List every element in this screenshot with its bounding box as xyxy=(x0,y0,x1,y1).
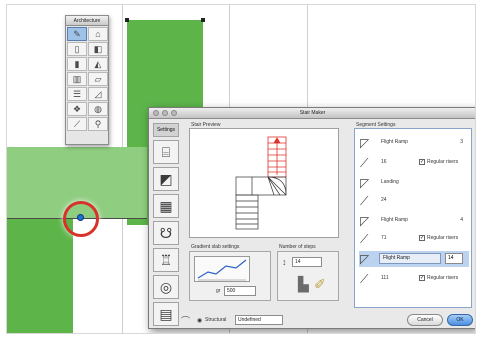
structural-radio-icon[interactable]: ◉ xyxy=(197,317,202,324)
segment-row[interactable]: ⟋ 111 ✓ Regular risers xyxy=(359,271,469,287)
tab-listing-icon[interactable]: ▤ xyxy=(153,302,179,326)
flight-icon: ◸ xyxy=(360,214,370,228)
gradient-prefix: gr xyxy=(216,288,221,294)
tab-railing-icon[interactable]: ☋ xyxy=(153,221,179,245)
window-tool-icon[interactable]: ◧ xyxy=(88,42,108,56)
checkbox-label: Regular risers xyxy=(427,159,459,165)
slab-tool-icon[interactable]: ▱ xyxy=(88,72,108,86)
regular-risers-checkbox[interactable]: ✓ xyxy=(419,275,425,281)
segment-label: Flight Ramp xyxy=(381,139,408,145)
stair-tool-icon[interactable]: ☰ xyxy=(67,87,87,101)
dialog-title: Stair Maker xyxy=(299,110,326,116)
segment-value: 3 xyxy=(460,139,463,145)
stair-dialog: Stair Maker Settings ⌸ ◩ ▦ ☋ ♖ ◎ ▤ Stair… xyxy=(148,107,475,329)
tab-treads-icon[interactable]: ◩ xyxy=(153,167,179,191)
checkbox-label: Regular risers xyxy=(427,235,459,241)
riser-count-icon: ↕ xyxy=(282,257,287,267)
minimize-window-button[interactable] xyxy=(162,110,168,116)
ok-button[interactable]: OK xyxy=(447,314,473,326)
column-tool-icon[interactable]: ▥ xyxy=(67,72,87,86)
tool-palette: Architecture ✎ ⌂ ▯ ◧ ▮ ◭ ▥ ▱ ☰ ◿ ❖ ◍ ⟋ ⚲ xyxy=(65,15,109,145)
segment-value: 4 xyxy=(460,217,463,223)
pencil-edit-icon[interactable]: ✐ xyxy=(314,276,326,293)
risers-box: ↕ 14 ▙ ✐ xyxy=(277,251,339,301)
wall-tool-icon[interactable]: ▮ xyxy=(67,57,87,71)
segment-label: Landing xyxy=(381,179,399,185)
structural-label: Structural xyxy=(205,317,227,323)
roof-tool-icon[interactable]: ◭ xyxy=(88,57,108,71)
tab-settings[interactable]: Settings xyxy=(153,123,179,137)
gradient-box: gr 500 xyxy=(189,251,271,301)
tab-stringers-icon[interactable]: ▦ xyxy=(153,194,179,218)
dialog-titlebar[interactable]: Stair Maker xyxy=(149,108,475,119)
riser-icon: ⟋ xyxy=(360,272,369,286)
checkbox-label: Regular risers xyxy=(427,275,459,281)
riser-icon: ⟋ xyxy=(360,194,369,208)
regular-risers-checkbox[interactable]: ✓ xyxy=(419,159,425,165)
segment-label: 71 xyxy=(381,235,387,241)
segment-row[interactable]: ◸ Landing xyxy=(359,175,469,191)
palette-grid: ✎ ⌂ ▯ ◧ ▮ ◭ ▥ ▱ ☰ ◿ ❖ ◍ ⟋ ⚲ xyxy=(66,26,108,132)
flight-icon: ◸ xyxy=(360,252,370,266)
magic-wand-tool-icon[interactable]: ⚲ xyxy=(88,117,108,131)
segment-row[interactable]: ◸ Flight Ramp 3 xyxy=(359,135,469,151)
segment-value-field[interactable]: 14 xyxy=(445,253,463,264)
object-tool-icon[interactable]: ❖ xyxy=(67,102,87,116)
structural-popup[interactable]: Undefined xyxy=(235,315,283,325)
riser-count-field[interactable]: 14 xyxy=(292,257,322,267)
riser-icon: ⟋ xyxy=(360,232,369,246)
segment-row[interactable]: ◸ Flight Ramp 4 xyxy=(359,213,469,229)
tab-symbol-icon[interactable]: ◎ xyxy=(153,275,179,299)
stair-solid-icon[interactable]: ▙ xyxy=(298,276,309,293)
stair-pair-tool-icon[interactable]: ⌂ xyxy=(88,27,108,41)
stair-preview-drawing xyxy=(235,136,287,230)
mesh-tool-icon[interactable]: ◍ xyxy=(88,102,108,116)
segment-label: 111 xyxy=(381,275,389,281)
segment-row[interactable]: ⟋ 16 ✓ Regular risers xyxy=(359,155,469,171)
door-tool-icon[interactable]: ▯ xyxy=(67,42,87,56)
segment-row[interactable]: ⟋ 24 xyxy=(359,193,469,209)
plan-vertex[interactable] xyxy=(201,18,205,22)
segment-label: 24 xyxy=(381,197,387,203)
zoom-window-button[interactable] xyxy=(171,110,177,116)
landing-icon: ◸ xyxy=(360,176,370,190)
eyedropper-tool-icon[interactable]: ⟋ xyxy=(67,117,87,131)
screenshot-frame: Architecture ✎ ⌂ ▯ ◧ ▮ ◭ ▥ ▱ ☰ ◿ ❖ ◍ ⟋ ⚲… xyxy=(6,4,476,334)
segment-row[interactable]: ⟋ 71 ✓ Regular risers xyxy=(359,231,469,247)
structural-icon: ⌒ xyxy=(181,316,191,326)
pencil-tool-icon[interactable]: ✎ xyxy=(67,27,87,41)
plan-vertex[interactable] xyxy=(125,18,129,22)
ramp-tool-icon[interactable]: ◿ xyxy=(88,87,108,101)
gradient-label: Gradient slab settings xyxy=(191,244,240,250)
palette-title: Architecture xyxy=(66,16,108,26)
stair-preview xyxy=(189,128,339,238)
settings-tab-column: Settings ⌸ ◩ ▦ ☋ ♖ ◎ ▤ xyxy=(153,123,179,326)
close-window-button[interactable] xyxy=(153,110,159,116)
tab-baluster-icon[interactable]: ♖ xyxy=(153,248,179,272)
cursor-point[interactable] xyxy=(77,214,84,221)
flight-icon: ◸ xyxy=(360,136,370,150)
risers-label: Number of steps xyxy=(279,244,316,250)
segment-label: 16 xyxy=(381,159,387,165)
tab-structure-icon[interactable]: ⌸ xyxy=(153,140,179,164)
segment-row-selected[interactable]: ◸ Flight Ramp 14 xyxy=(359,251,469,267)
gradient-field[interactable]: 500 xyxy=(224,286,256,296)
window-controls xyxy=(153,110,177,116)
regular-risers-checkbox[interactable]: ✓ xyxy=(419,235,425,241)
segment-label: Flight Ramp xyxy=(381,217,408,223)
segment-type-dropdown[interactable]: Flight Ramp xyxy=(379,253,441,264)
cancel-button[interactable]: Cancel xyxy=(407,314,443,326)
plan-stair-shape-lower[interactable] xyxy=(7,219,73,333)
segment-list: ◸ Flight Ramp 3 ⟋ 16 ✓ Regular risers ◸ … xyxy=(354,128,472,308)
riser-icon: ⟋ xyxy=(360,156,369,170)
gradient-graph-icon xyxy=(194,256,250,282)
